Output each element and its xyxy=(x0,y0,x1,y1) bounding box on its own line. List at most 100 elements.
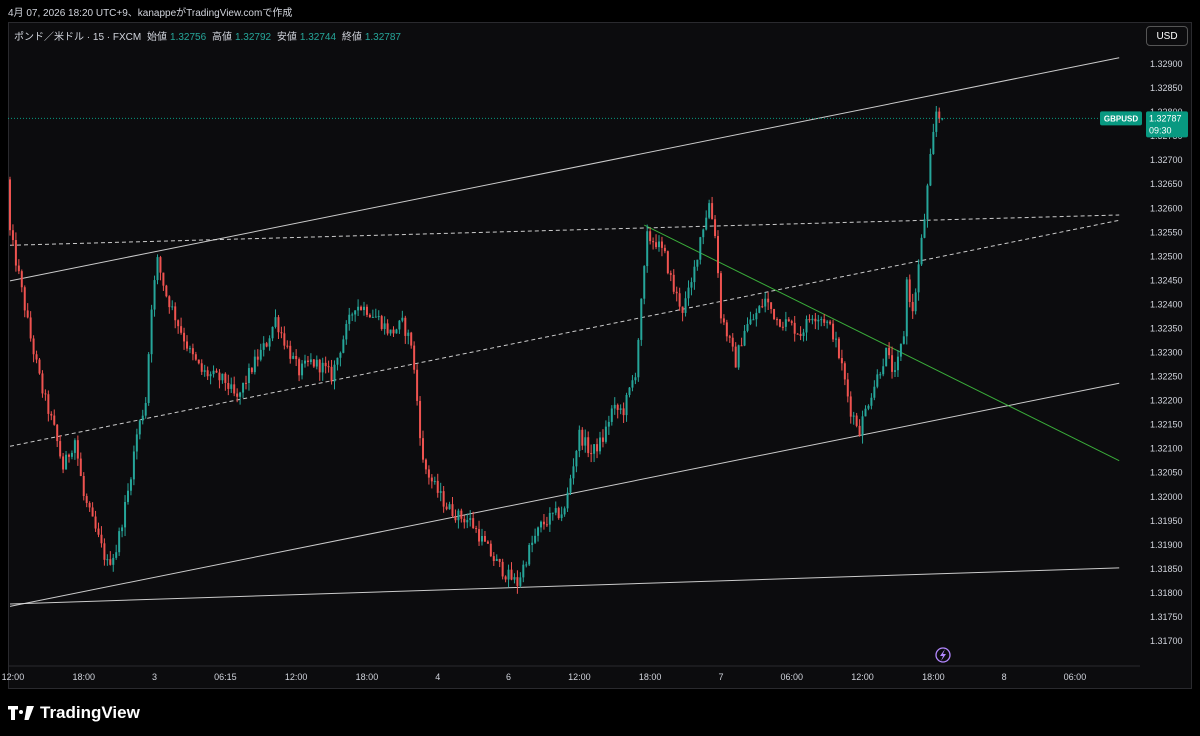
candle-body xyxy=(495,558,498,562)
candle-body xyxy=(714,219,717,237)
candle-body xyxy=(227,382,230,389)
candle-body xyxy=(239,392,242,397)
candle-body xyxy=(902,336,905,344)
price-tick-label: 1.32550 xyxy=(1150,227,1183,237)
candle-body xyxy=(451,504,454,516)
high-value: 1.32792 xyxy=(234,32,272,43)
candle-body xyxy=(917,264,920,293)
candle-body xyxy=(91,507,94,517)
candle-body xyxy=(38,359,41,374)
time-tick-label: 18:00 xyxy=(356,672,379,682)
candle-body xyxy=(368,314,371,318)
countdown-label: 09:30 xyxy=(1149,125,1172,135)
candle-body xyxy=(879,374,882,376)
candle-body xyxy=(569,478,572,493)
time-tick-label: 8 xyxy=(1002,672,1007,682)
candle-body xyxy=(896,356,899,371)
price-tick-label: 1.31900 xyxy=(1150,540,1183,550)
candle-body xyxy=(289,345,292,359)
high-label: 高値 xyxy=(211,32,232,43)
candle-body xyxy=(50,413,53,416)
candle-body xyxy=(97,528,100,535)
candle-body xyxy=(383,323,386,330)
candle-body xyxy=(306,360,309,363)
candle-body xyxy=(914,292,917,312)
candle-body xyxy=(516,577,519,586)
price-tick-label: 1.31700 xyxy=(1150,636,1183,646)
candle-body xyxy=(478,529,481,542)
candle-body xyxy=(876,374,879,387)
candle-body xyxy=(634,377,637,381)
candle-body xyxy=(454,515,457,521)
candle-body xyxy=(548,512,551,525)
currency-button[interactable]: USD xyxy=(1146,26,1188,46)
candle-body xyxy=(587,437,590,454)
candle-body xyxy=(433,480,436,482)
candle-body xyxy=(26,310,29,318)
candle-body xyxy=(935,111,938,132)
candle-body xyxy=(265,343,268,347)
candle-body xyxy=(743,330,746,346)
candle-body xyxy=(522,564,525,578)
candle-body xyxy=(601,437,604,442)
time-tick-label: 18:00 xyxy=(72,672,95,682)
candle-body xyxy=(44,393,47,395)
candle-body xyxy=(793,322,796,334)
candle-body xyxy=(127,490,129,502)
candle-body xyxy=(339,352,342,358)
candle-body xyxy=(649,231,652,242)
candle-body xyxy=(684,298,687,313)
candle-body xyxy=(560,514,563,519)
candle-body xyxy=(607,421,610,427)
candle-body xyxy=(262,343,265,350)
candle-body xyxy=(14,240,17,266)
candle-body xyxy=(752,319,755,321)
low-label: 安値 xyxy=(276,32,297,43)
candle-body xyxy=(578,429,581,451)
price-tick-label: 1.32400 xyxy=(1150,299,1183,309)
price-tick-label: 1.32300 xyxy=(1150,348,1183,358)
candle-body xyxy=(144,402,147,416)
candle-body xyxy=(186,341,188,349)
symbol-tag-label: GBPUSD xyxy=(1104,114,1138,123)
candle-body xyxy=(472,518,475,529)
candle-body xyxy=(722,318,725,323)
tradingview-footer[interactable]: TradingView xyxy=(8,702,140,724)
candle-body xyxy=(153,280,156,310)
candle-body xyxy=(628,387,631,395)
candle-body xyxy=(135,434,138,452)
candle-body xyxy=(141,415,144,421)
candle-body xyxy=(640,298,643,340)
candle-body xyxy=(147,354,150,403)
price-tick-label: 1.32200 xyxy=(1150,396,1183,406)
candle-body xyxy=(717,236,719,274)
candle-body xyxy=(719,273,722,319)
chart-canvas[interactable]: 1.329001.328501.328001.327501.327001.326… xyxy=(0,0,1200,736)
candle-body xyxy=(593,444,596,454)
candle-body xyxy=(823,319,826,323)
candle-body xyxy=(790,321,793,323)
candle-body xyxy=(740,345,743,347)
candle-body xyxy=(596,444,599,452)
candle-body xyxy=(696,259,699,267)
tradingview-logo-icon xyxy=(8,706,34,720)
candle-body xyxy=(911,301,914,312)
candle-body xyxy=(427,469,430,478)
candle-body xyxy=(796,333,799,335)
candle-body xyxy=(365,306,368,315)
candle-body xyxy=(773,308,776,320)
candle-body xyxy=(528,544,531,565)
candle-body xyxy=(436,480,439,493)
candle-body xyxy=(534,535,537,543)
candle-body xyxy=(938,111,941,119)
candle-body xyxy=(616,404,619,410)
candle-body xyxy=(203,370,206,372)
candle-body xyxy=(62,456,65,470)
time-tick-label: 18:00 xyxy=(922,672,945,682)
candle-body xyxy=(799,333,802,336)
candle-body xyxy=(407,332,410,336)
candle-body xyxy=(475,528,478,530)
candle-body xyxy=(584,437,587,446)
candle-body xyxy=(162,272,165,286)
candle-body xyxy=(483,535,486,542)
